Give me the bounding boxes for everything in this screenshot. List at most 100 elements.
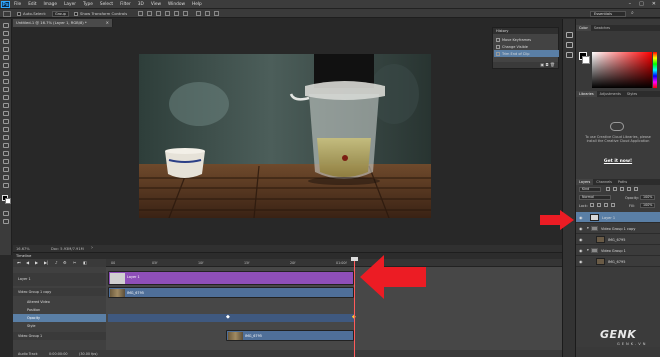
menu-image[interactable]: Image: [44, 2, 57, 7]
character-panel-icon[interactable]: [566, 52, 573, 58]
align-top-icon[interactable]: [138, 11, 143, 16]
eyedropper-tool-icon[interactable]: [3, 63, 9, 68]
healing-brush-tool-icon[interactable]: [3, 71, 9, 76]
eye-icon[interactable]: ◉: [579, 237, 583, 242]
track-label-altered-video[interactable]: Altered Video: [13, 298, 106, 306]
new-snapshot-icon[interactable]: ▣: [540, 62, 544, 67]
minimize-button[interactable]: –: [629, 1, 632, 7]
screen-mode-icon[interactable]: [3, 219, 9, 224]
marquee-tool-icon[interactable]: [3, 31, 9, 36]
align-bottom-icon[interactable]: [156, 11, 161, 16]
align-left-icon[interactable]: [165, 11, 170, 16]
menu-view[interactable]: View: [151, 2, 161, 7]
clip-layer-1[interactable]: Layer 1: [108, 271, 354, 285]
history-item-selected[interactable]: Trim End of Clip: [494, 50, 559, 57]
track-label-style[interactable]: Style: [13, 322, 106, 330]
split-icon[interactable]: ✂: [73, 260, 76, 265]
menu-file[interactable]: File: [14, 2, 21, 7]
clip-img-6795[interactable]: IMG_6795: [108, 287, 354, 298]
eye-icon[interactable]: ◉: [579, 248, 583, 253]
quick-mask-icon[interactable]: [3, 211, 9, 216]
lock-move-icon[interactable]: [604, 203, 608, 207]
timeline-ruler[interactable]: 00 05f 10f 15f 20f 01:00f: [106, 259, 562, 267]
align-middle-icon[interactable]: [147, 11, 152, 16]
previous-frame-icon[interactable]: ◀: [26, 260, 29, 265]
chevron-down-icon[interactable]: ▾: [587, 248, 589, 252]
hand-tool-icon[interactable]: [3, 167, 9, 172]
pen-tool-icon[interactable]: [3, 135, 9, 140]
distribute-top-icon[interactable]: [196, 11, 201, 16]
align-right-icon[interactable]: [183, 11, 188, 16]
history-item[interactable]: Move Keyframes: [494, 36, 559, 43]
playhead-handle[interactable]: [351, 257, 358, 261]
hue-slider[interactable]: [653, 52, 657, 88]
properties-panel-icon[interactable]: [566, 42, 573, 48]
search-icon[interactable]: ⌕: [631, 10, 638, 17]
clone-stamp-tool-icon[interactable]: [3, 87, 9, 92]
blur-tool-icon[interactable]: [3, 119, 9, 124]
move-tool-preset-icon[interactable]: [3, 10, 11, 17]
next-frame-icon[interactable]: ▶|: [44, 260, 48, 265]
auto-select-checkbox[interactable]: [17, 11, 21, 16]
tab-color[interactable]: Color: [576, 25, 591, 31]
gradient-tool-icon[interactable]: [3, 111, 9, 116]
color-background-swatch[interactable]: [582, 56, 590, 64]
color-field[interactable]: [592, 52, 652, 88]
history-item[interactable]: Change Visible: [494, 43, 559, 50]
dodge-tool-icon[interactable]: [3, 127, 9, 132]
menu-type[interactable]: Type: [83, 2, 93, 7]
play-icon[interactable]: ▶: [35, 260, 38, 265]
layer-row-group[interactable]: ◉ ▾ Video Group 1: [576, 245, 660, 256]
lock-brush-icon[interactable]: [597, 203, 601, 207]
tab-swatches[interactable]: Swatches: [591, 25, 613, 31]
transition-icon[interactable]: ◧: [83, 260, 87, 265]
filter-smart-object-icon[interactable]: [634, 187, 638, 191]
clip-img-6795[interactable]: IMG_6795: [226, 330, 354, 341]
settings-icon[interactable]: ⚙: [63, 260, 67, 265]
distribute-middle-icon[interactable]: [205, 11, 210, 16]
document-tab[interactable]: Untitled-1 @ 16.7% (Layer 1, RGB/8) * ×: [13, 19, 113, 27]
lock-all-icon[interactable]: [611, 203, 615, 207]
more-tools-icon[interactable]: [3, 183, 9, 188]
zoom-tool-icon[interactable]: [3, 175, 9, 180]
track-label-opacity[interactable]: Opacity: [13, 314, 106, 322]
align-center-icon[interactable]: [174, 11, 179, 16]
menu-filter[interactable]: Filter: [120, 2, 131, 7]
history-brush-tool-icon[interactable]: [3, 95, 9, 100]
lasso-tool-icon[interactable]: [3, 39, 9, 44]
track-label-video-group-copy[interactable]: Video Group 1 copy: [13, 288, 106, 296]
go-to-first-frame-icon[interactable]: ⏮: [17, 260, 21, 265]
move-tool-icon[interactable]: [3, 23, 9, 28]
filter-shape-icon[interactable]: [627, 187, 631, 191]
track-label-position[interactable]: Position: [13, 306, 106, 314]
type-tool-icon[interactable]: [3, 143, 9, 148]
filter-pixel-icon[interactable]: [606, 187, 610, 191]
close-button[interactable]: ✕: [652, 1, 656, 7]
menu-help[interactable]: Help: [192, 2, 202, 7]
layer-row-video[interactable]: ◉ IMG_6795: [576, 256, 660, 267]
menu-3d[interactable]: 3D: [138, 2, 144, 7]
fill-input[interactable]: 100%: [640, 203, 655, 208]
eraser-tool-icon[interactable]: [3, 103, 9, 108]
eye-icon[interactable]: ◉: [579, 226, 583, 231]
auto-select-dropdown[interactable]: Group: [52, 10, 69, 17]
filter-type-icon[interactable]: [620, 187, 624, 191]
workspace-dropdown[interactable]: Essentials: [590, 10, 626, 17]
quick-select-tool-icon[interactable]: [3, 47, 9, 52]
chevron-down-icon[interactable]: ▾: [587, 226, 589, 230]
keyframe-diamond-icon[interactable]: ◆: [226, 314, 230, 320]
layer-row-layer-1[interactable]: ◉ Layer 1: [576, 212, 660, 223]
opacity-input[interactable]: 100%: [640, 195, 655, 200]
get-it-now-link[interactable]: Get it now!: [576, 159, 660, 164]
audio-icon[interactable]: ♪: [55, 260, 58, 265]
brush-tool-icon[interactable]: [3, 79, 9, 84]
eye-icon[interactable]: ◉: [579, 259, 583, 264]
menu-window[interactable]: Window: [168, 2, 185, 7]
layer-row-group[interactable]: ◉ ▾ Video Group 1 copy: [576, 223, 660, 234]
crop-tool-icon[interactable]: [3, 55, 9, 60]
menu-layer[interactable]: Layer: [64, 2, 76, 7]
zoom-level[interactable]: 16.67%: [16, 247, 30, 251]
menu-select[interactable]: Select: [100, 2, 113, 7]
history-panel-icon[interactable]: [566, 32, 573, 38]
track-label-layer-1[interactable]: Layer 1: [13, 273, 106, 286]
